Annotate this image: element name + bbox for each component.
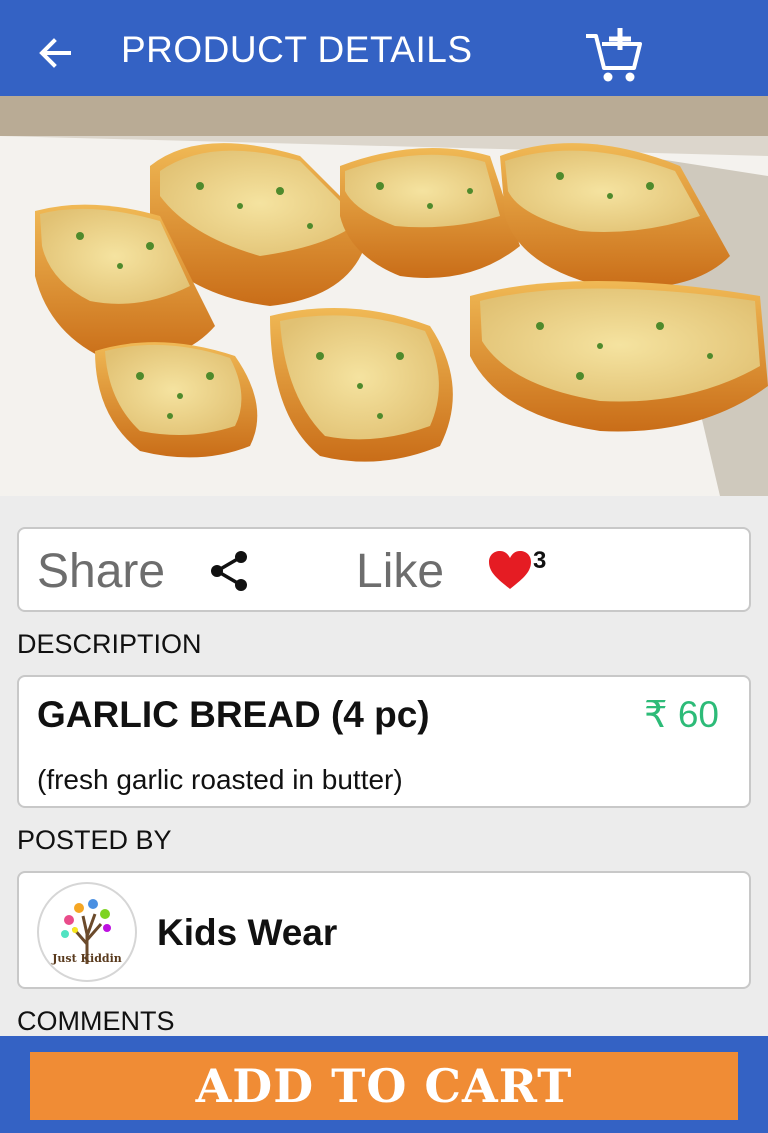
seller-name[interactable]: Kids Wear (157, 911, 337, 955)
posted-by-card[interactable]: Just Kiddin Kids Wear (17, 871, 751, 989)
seller-avatar[interactable]: Just Kiddin (37, 882, 137, 982)
seller-logo-icon: Just Kiddin (51, 899, 122, 965)
share-label[interactable]: Share (37, 545, 165, 599)
back-button[interactable] (30, 28, 80, 78)
add-to-cart-icon (586, 28, 642, 82)
posted-by-section-label: POSTED BY (17, 825, 172, 855)
like-label[interactable]: Like (356, 545, 444, 599)
description-section-label: DESCRIPTION (17, 629, 202, 659)
like-count: 3 (533, 547, 547, 574)
product-photo (0, 96, 768, 496)
seller-logo-text: Just Kiddin (51, 952, 122, 965)
page-title: PRODUCT DETAILS (121, 29, 473, 70)
heart-icon[interactable] (487, 549, 533, 591)
add-to-cart-button[interactable]: ADD TO CART (30, 1052, 738, 1120)
comments-section-label: COMMENTS (17, 1006, 175, 1036)
add-to-cart-header-button[interactable] (580, 24, 646, 86)
arrow-left-icon (39, 38, 71, 68)
bottom-bar: ADD TO CART (0, 1036, 768, 1133)
app-bar: PRODUCT DETAILS (0, 0, 768, 96)
description-card: GARLIC BREAD (4 pc) ₹ 60 (fresh garlic r… (17, 675, 751, 808)
share-like-card: Share Like 3 (17, 527, 751, 612)
share-icon[interactable] (207, 549, 251, 593)
product-name: GARLIC BREAD (4 pc) (37, 694, 430, 735)
product-image (0, 96, 768, 496)
product-price: ₹ 60 (644, 694, 719, 735)
product-subtitle: (fresh garlic roasted in butter) (37, 764, 403, 795)
